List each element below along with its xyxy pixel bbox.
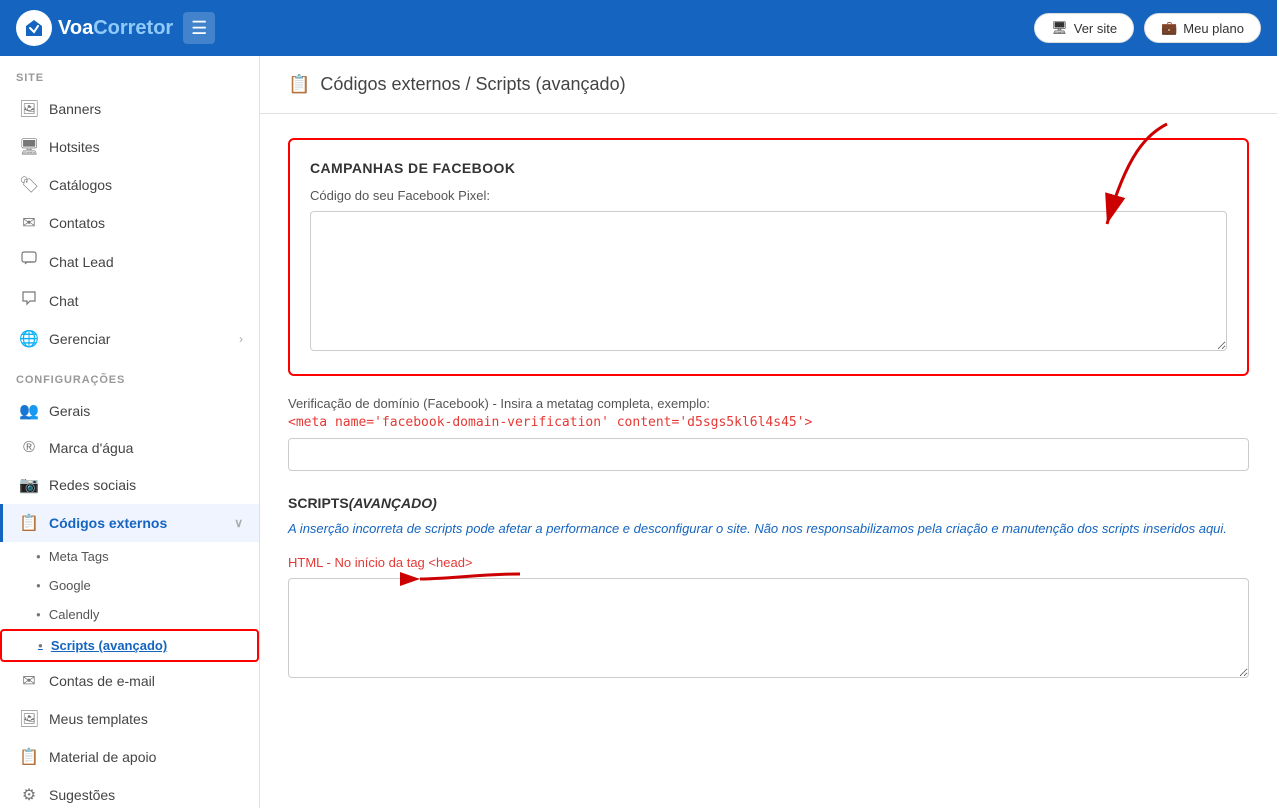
- sidebar-item-contas-email[interactable]: ✉ Contas de e-mail: [0, 662, 259, 700]
- content-area: 📋 Códigos externos / Scripts (avançado): [260, 56, 1277, 808]
- sidebar-item-hotsites[interactable]: 🖥 Hotsites: [0, 128, 259, 166]
- domain-verify-input[interactable]: [288, 438, 1249, 471]
- banners-icon: 🖼: [19, 99, 39, 119]
- chat-lead-icon: [19, 251, 39, 272]
- sidebar-item-catalogos[interactable]: 🏷 Catálogos: [0, 166, 259, 204]
- sidebar-item-material-apoio[interactable]: 📋 Material de apoio: [0, 738, 259, 776]
- marca-dagua-icon: ®: [19, 439, 39, 457]
- catalogos-icon: 🏷: [19, 175, 39, 195]
- facebook-section: CAMPANHAS DE FACEBOOK Código do seu Face…: [288, 138, 1249, 376]
- codigos-externos-chevron: ∨: [234, 516, 243, 530]
- sidebar-item-meus-templates[interactable]: 🖼 Meus templates: [0, 700, 259, 738]
- logo-icon: [16, 10, 52, 46]
- calendly-dot: ●: [36, 610, 41, 619]
- pixel-label: Código do seu Facebook Pixel:: [310, 188, 1227, 203]
- briefcase-icon: 💼: [1161, 20, 1177, 36]
- redes-sociais-icon: 📷: [19, 475, 39, 495]
- google-dot: ●: [36, 581, 41, 590]
- sidebar-item-codigos-externos[interactable]: 📋 Códigos externos ∨: [0, 504, 259, 542]
- domain-verify-label: Verificação de domínio (Facebook) - Insi…: [288, 396, 1249, 411]
- topbar-right: 🖥 Ver site 💼 Meu plano: [1034, 13, 1261, 43]
- content-with-arrow: CAMPANHAS DE FACEBOOK Código do seu Face…: [260, 114, 1277, 705]
- sidebar-item-sugestoes[interactable]: ⚙ Sugestões: [0, 776, 259, 808]
- chat-icon: [19, 290, 39, 311]
- topbar: VoaCorretor ☰ 🖥 Ver site 💼 Meu plano: [0, 0, 1277, 56]
- gerenciar-icon: 🌐: [19, 329, 39, 349]
- scripts-warning: A inserção incorreta de scripts pode afe…: [288, 519, 1249, 539]
- pixel-textarea[interactable]: [310, 211, 1227, 351]
- sidebar-item-banners[interactable]: 🖼 Banners: [0, 90, 259, 128]
- sidebar-item-chat-lead[interactable]: Chat Lead: [0, 242, 259, 281]
- sidebar: SITE 🖼 Banners 🖥 Hotsites 🏷 Catálogos ✉ …: [0, 56, 260, 808]
- ver-site-button[interactable]: 🖥 Ver site: [1034, 13, 1134, 43]
- sidebar-item-contatos[interactable]: ✉ Contatos: [0, 204, 259, 242]
- scripts-section: SCRIPTS(AVANÇADO) A inserção incorreta d…: [288, 495, 1249, 681]
- monitor-icon: 🖥: [1051, 20, 1068, 36]
- gerais-icon: 👥: [19, 401, 39, 421]
- contas-email-icon: ✉: [19, 671, 39, 691]
- meus-templates-icon: 🖼: [19, 709, 39, 729]
- sidebar-item-marca-dagua[interactable]: ® Marca d'água: [0, 430, 259, 466]
- sidebar-subitem-calendly[interactable]: ● Calendly: [0, 600, 259, 629]
- html-head-textarea[interactable]: [288, 578, 1249, 678]
- gerenciar-chevron: ›: [239, 332, 243, 346]
- domain-verify-section: Verificação de domínio (Facebook) - Insi…: [288, 396, 1249, 471]
- scripts-dot: ●: [38, 641, 43, 650]
- contatos-icon: ✉: [19, 213, 39, 233]
- meu-plano-button[interactable]: 💼 Meu plano: [1144, 13, 1261, 43]
- logo-text: VoaCorretor: [58, 17, 173, 40]
- html-label: HTML - No início da tag <head>: [288, 555, 1249, 570]
- pixel-textarea-wrapper: [310, 211, 1227, 354]
- page-title: Códigos externos / Scripts (avançado): [320, 74, 625, 95]
- sidebar-subitem-meta-tags[interactable]: ● Meta Tags: [0, 542, 259, 571]
- main-layout: SITE 🖼 Banners 🖥 Hotsites 🏷 Catálogos ✉ …: [0, 56, 1277, 808]
- meta-tags-dot: ●: [36, 552, 41, 561]
- logo-area: VoaCorretor: [16, 10, 173, 46]
- head-tag: <head>: [428, 555, 472, 570]
- sidebar-subitem-scripts-avancado[interactable]: ● Scripts (avançado): [0, 629, 259, 662]
- material-apoio-icon: 📋: [19, 747, 39, 767]
- header-icon: 📋: [288, 74, 310, 95]
- topbar-left: VoaCorretor ☰: [16, 10, 215, 46]
- config-section-label: CONFIGURAÇÕES: [0, 358, 259, 392]
- sidebar-item-gerenciar[interactable]: 🌐 Gerenciar ›: [0, 320, 259, 358]
- sidebar-item-chat[interactable]: Chat: [0, 281, 259, 320]
- sidebar-item-redes-sociais[interactable]: 📷 Redes sociais: [0, 466, 259, 504]
- domain-verify-example: <meta name='facebook-domain-verification…: [288, 415, 1249, 430]
- sugestoes-icon: ⚙: [19, 785, 39, 805]
- sidebar-item-gerais[interactable]: 👥 Gerais: [0, 392, 259, 430]
- sidebar-subitem-google[interactable]: ● Google: [0, 571, 259, 600]
- content-body: CAMPANHAS DE FACEBOOK Código do seu Face…: [260, 114, 1277, 705]
- hotsites-icon: 🖥: [19, 137, 39, 157]
- site-section-label: SITE: [0, 56, 259, 90]
- menu-button[interactable]: ☰: [183, 12, 215, 44]
- scripts-section-title: SCRIPTS(AVANÇADO): [288, 495, 1249, 511]
- codigos-externos-icon: 📋: [19, 513, 39, 533]
- facebook-section-title: CAMPANHAS DE FACEBOOK: [310, 160, 1227, 176]
- content-header: 📋 Códigos externos / Scripts (avançado): [260, 56, 1277, 114]
